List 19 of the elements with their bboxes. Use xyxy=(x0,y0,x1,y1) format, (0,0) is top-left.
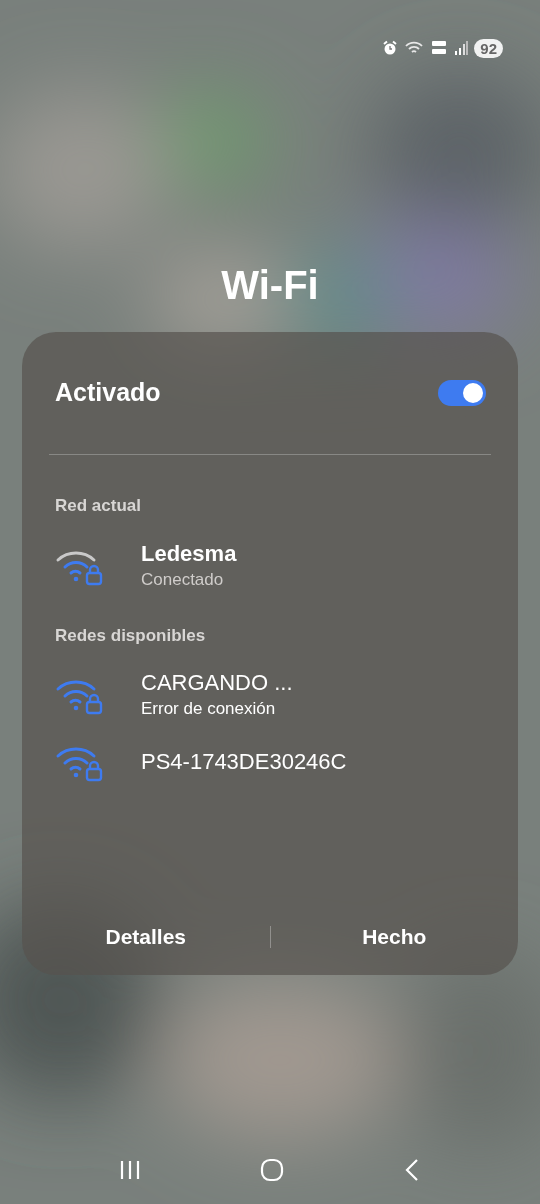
done-button[interactable]: Hecho xyxy=(270,899,518,975)
network-name: PS4-1743DE30246C xyxy=(141,748,347,776)
wifi-toggle[interactable] xyxy=(438,380,486,406)
network-item[interactable]: CARGANDO ... Error de conexión xyxy=(55,656,485,734)
section-heading: Red actual xyxy=(55,495,142,517)
network-status: Error de conexión xyxy=(141,698,277,720)
network-name: Ledesma xyxy=(141,539,237,568)
network-item[interactable]: PS4-1743DE30246C xyxy=(55,734,485,790)
wifi-icon xyxy=(404,40,425,56)
network-name: CARGANDO ... xyxy=(141,669,293,697)
network-status: Conectado xyxy=(141,568,225,591)
screen-title: Wi-Fi xyxy=(220,262,320,309)
home-icon[interactable] xyxy=(259,1157,285,1183)
details-button[interactable]: Detalles xyxy=(22,899,270,975)
network-item[interactable]: Ledesma Conectado xyxy=(55,526,485,605)
alarm-icon xyxy=(382,40,399,56)
toggle-label: Activado xyxy=(55,377,161,409)
section-heading: Redes disponibles xyxy=(55,624,207,647)
signal-icon xyxy=(454,41,469,55)
